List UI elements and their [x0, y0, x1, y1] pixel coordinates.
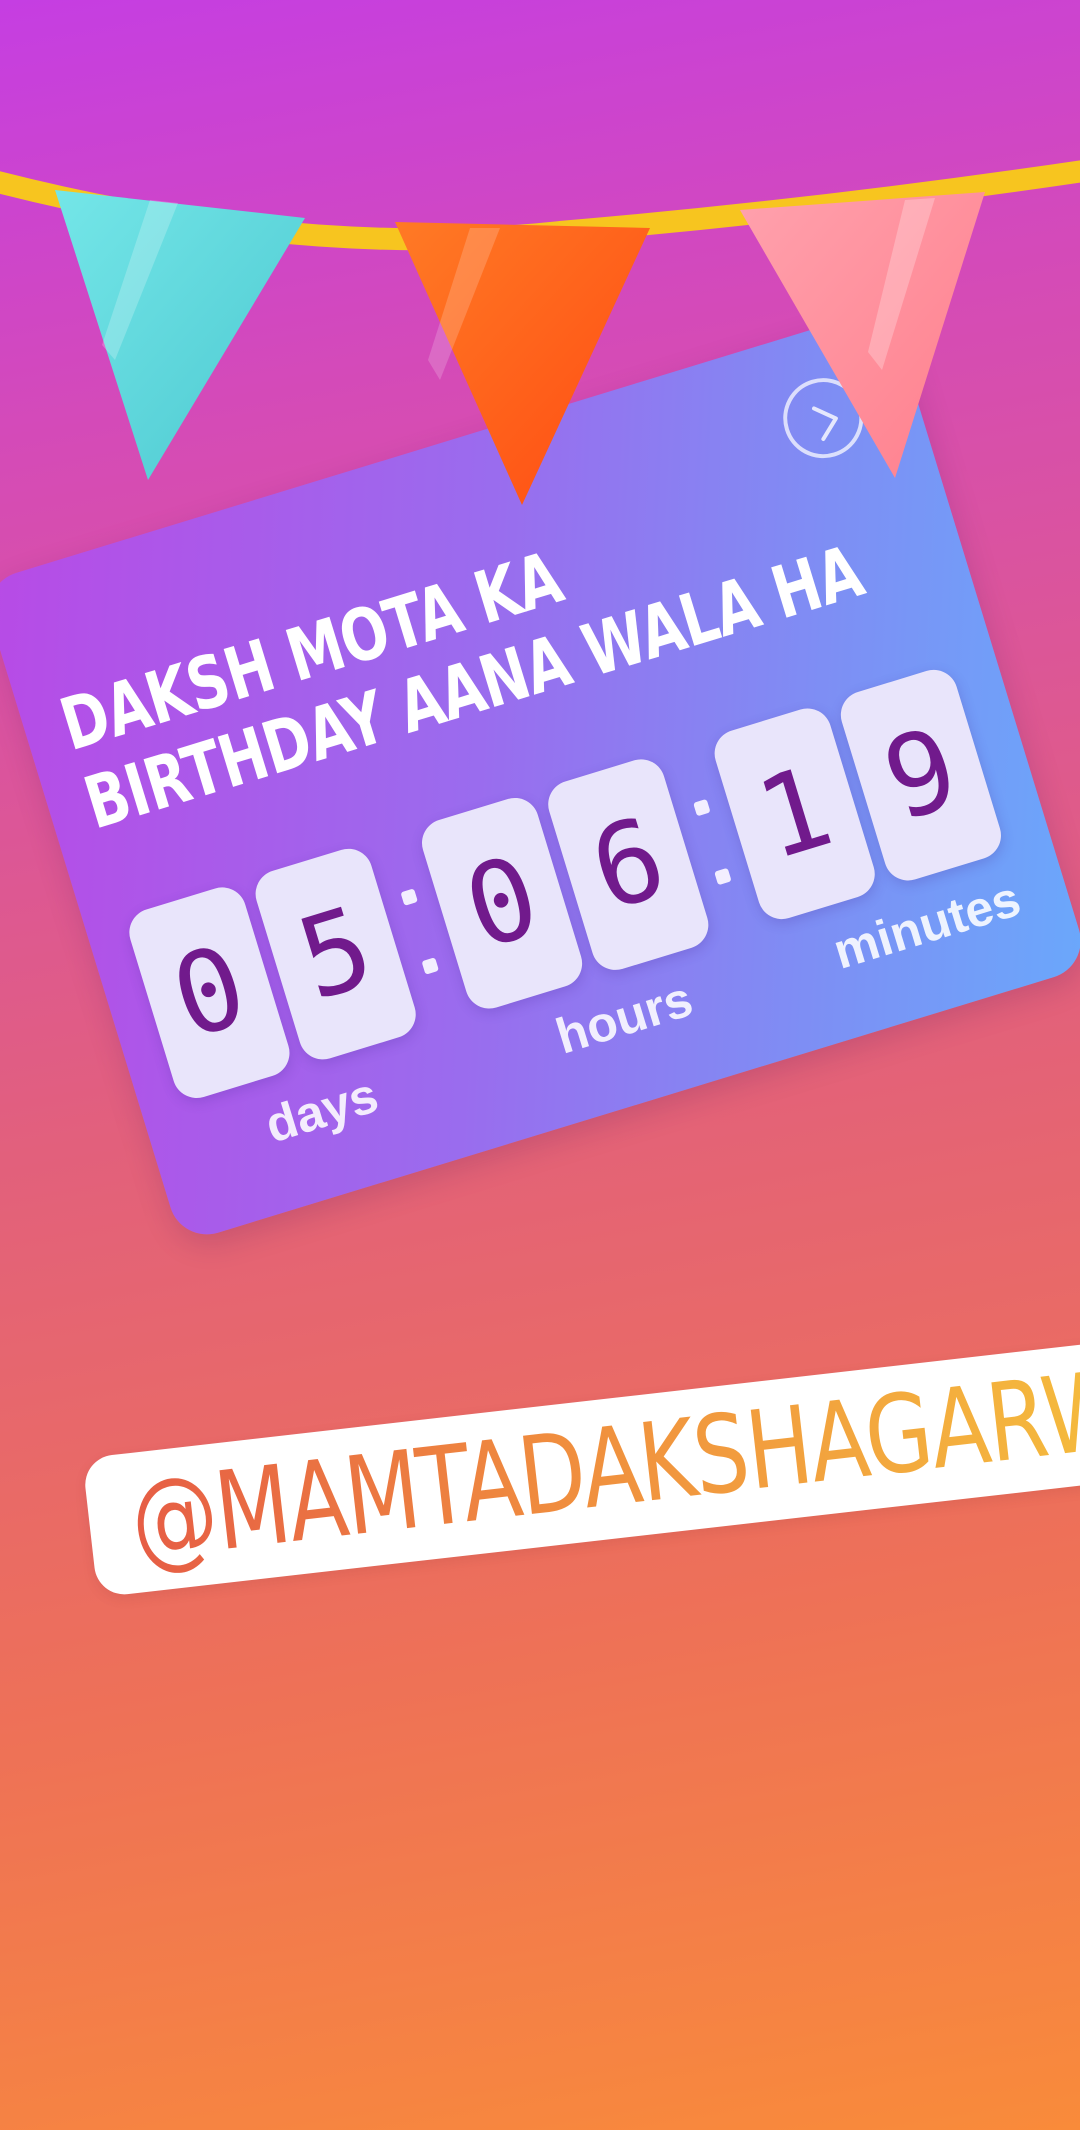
mention-username[interactable]: @MAMTADAKSHAGARWAL: [124, 1335, 1080, 1587]
countdown-card[interactable]: DAKSH MOTA KA BIRTHDAY AANA WALA HA 0 5 …: [0, 306, 1080, 1244]
days-label: days: [258, 1066, 385, 1154]
bunting-string: [0, 160, 1080, 251]
timer-separator: [693, 799, 732, 885]
mention-sticker[interactable]: @MAMTADAKSHAGARWAL: [82, 1332, 1080, 1598]
chevron-right-icon: [812, 406, 838, 442]
hours-label: hours: [549, 970, 699, 1065]
story-screen: DAKSH MOTA KA BIRTHDAY AANA WALA HA 0 5 …: [0, 0, 1080, 2130]
countdown-open-button[interactable]: [773, 368, 874, 469]
flag-teal: [55, 190, 305, 480]
timer-separator: [400, 888, 439, 974]
